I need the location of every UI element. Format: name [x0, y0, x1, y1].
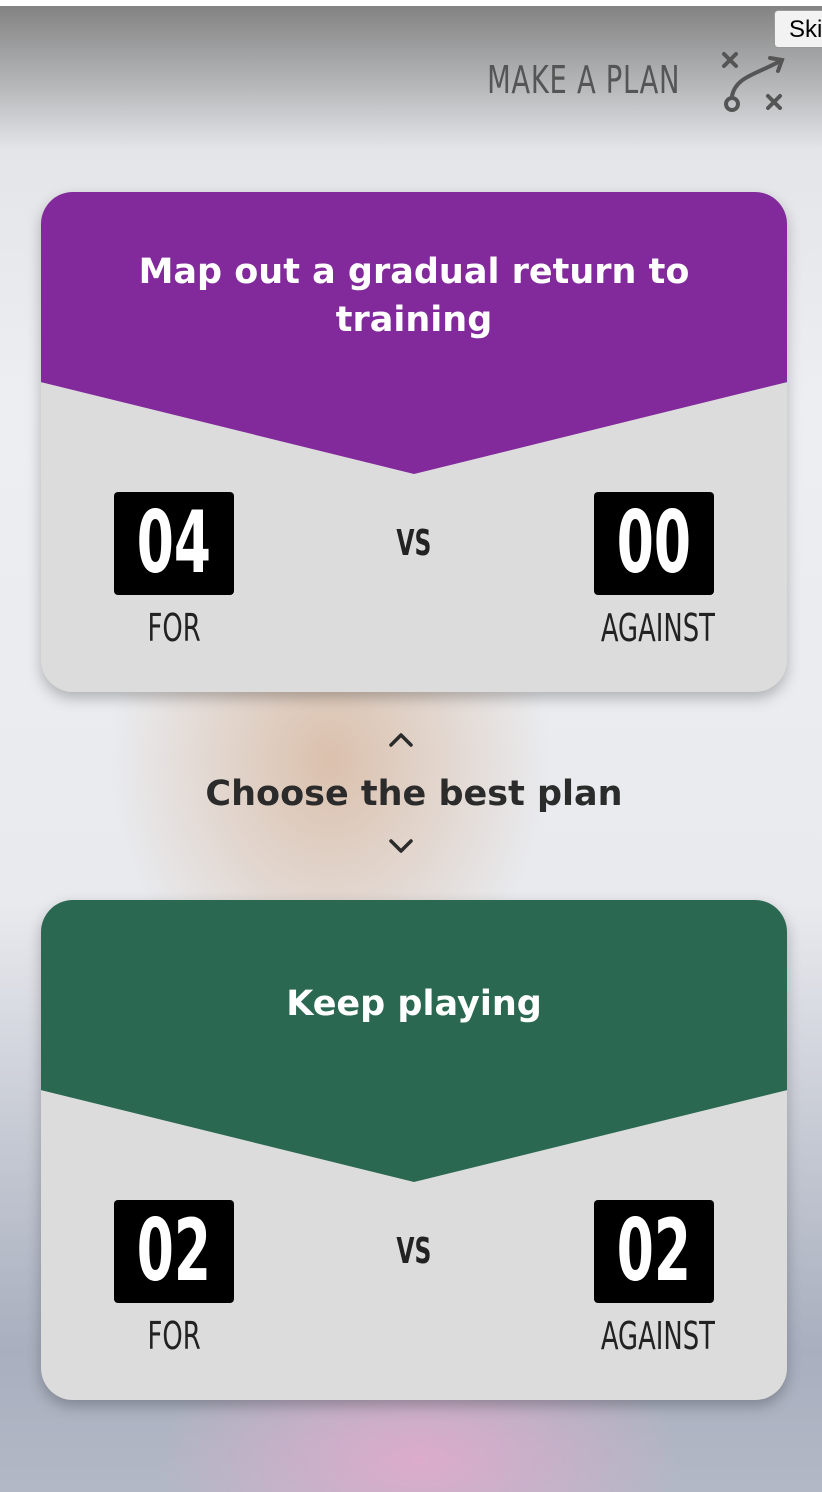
for-score: 02 [136, 1201, 212, 1301]
make-a-plan-header: MAKE A PLAN [487, 40, 800, 120]
against-label: AGAINST [600, 1314, 715, 1358]
chevron-up-icon[interactable] [386, 730, 416, 750]
against-score: 00 [616, 493, 692, 593]
plan-chooser: Choose the best plan [0, 718, 822, 868]
plan-card-header: Map out a gradual return to training [41, 192, 787, 474]
against-score-box: 00 [594, 492, 714, 595]
plan-card-1[interactable]: Map out a gradual return to training 04 … [41, 192, 787, 692]
against-score: 02 [616, 1201, 692, 1301]
against-label: AGAINST [600, 606, 715, 650]
chevron-down-icon[interactable] [386, 836, 416, 856]
against-score-box: 02 [594, 1200, 714, 1303]
chooser-label: Choose the best plan [205, 774, 623, 814]
vs-label: VS [396, 523, 432, 564]
header-title: MAKE A PLAN [486, 58, 680, 102]
for-score: 04 [136, 493, 212, 593]
for-score-box: 02 [114, 1200, 234, 1303]
top-edge [0, 0, 822, 6]
vs-label: VS [396, 1231, 432, 1272]
plan-title: Keep playing [286, 984, 542, 1024]
for-label: FOR [147, 1314, 201, 1358]
for-score-box: 04 [114, 492, 234, 595]
plan-card-header: Keep playing [41, 900, 787, 1182]
plan-card-2[interactable]: Keep playing 02 VS 02 FOR AGAINST [41, 900, 787, 1400]
plan-title: Map out a gradual return to training [138, 252, 690, 340]
for-label: FOR [147, 606, 201, 650]
play-diagram-icon [722, 52, 785, 112]
